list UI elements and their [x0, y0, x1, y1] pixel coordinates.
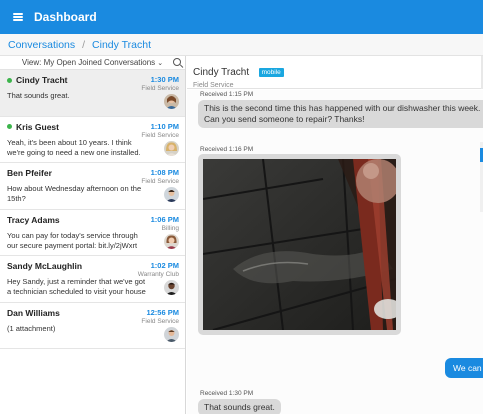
breadcrumb: Conversations / Cindy Tracht: [0, 34, 483, 56]
message-preview: That sounds great.: [7, 91, 70, 100]
conversation-item-tracy-adams[interactable]: Tracy Adams 1:06 PM Billing You can pay …: [0, 210, 185, 256]
conversation-item-kris-guest[interactable]: Kris Guest 1:10 PM Field Service Yeah, i…: [0, 117, 185, 163]
message-preview: (1 attachment): [7, 323, 56, 333]
conversation-list-panel: View: My Open Joined Conversations ⌄ Cin…: [0, 56, 186, 414]
conversation-team: Field Service: [141, 178, 179, 185]
outgoing-message-bubble: We can: [445, 358, 483, 378]
conversation-team: Field Service: [141, 131, 179, 139]
conversation-time: 1:06 PM: [150, 214, 179, 224]
contact-name: Kris Guest: [16, 121, 59, 132]
conversation-header: Cindy Tracht mobile Field Service: [187, 56, 483, 89]
conversation-time: 1:10 PM: [150, 121, 179, 131]
incoming-message-bubble: This is the second time this has happene…: [198, 100, 483, 128]
conversation-time: 1:08 PM: [150, 168, 179, 177]
avatar: [164, 233, 179, 249]
avatar: [164, 140, 179, 156]
app-title: Dashboard: [34, 10, 97, 24]
chevron-down-icon: ⌄: [157, 59, 164, 67]
avatar: [164, 94, 179, 109]
contact-name: Cindy Tracht: [16, 75, 68, 85]
breadcrumb-conversations-link[interactable]: Conversations: [8, 39, 75, 51]
breadcrumb-separator: /: [82, 38, 86, 51]
conversation-team: Field Service: [141, 317, 179, 325]
conversation-item-sandy-mclaughlin[interactable]: Sandy McLaughlin 1:02 PM Warranty Club H…: [0, 256, 185, 303]
contact-name: Dan Williams: [7, 307, 60, 318]
conversation-time: 1:02 PM: [150, 261, 179, 270]
online-status-dot: [7, 124, 12, 129]
conversation-item-dan-williams[interactable]: Dan Williams 12:56 PM Field Service (1 a…: [0, 303, 185, 349]
message-thread[interactable]: Received 1:15 PM This is the second time…: [187, 90, 483, 414]
conversation-team: Billing: [161, 224, 179, 232]
image-attachment[interactable]: [198, 154, 401, 335]
message-preview: Yeah, it's been about 10 years. I think …: [7, 137, 141, 157]
message-meta: Received 1:16 PM: [200, 146, 254, 153]
top-app-bar: Dashboard: [0, 0, 483, 34]
contact-name: Ben Pfeifer: [7, 168, 52, 178]
view-filter-dropdown[interactable]: View: My Open Joined Conversations ⌄: [0, 56, 185, 70]
avatar: [164, 326, 179, 342]
conversation-team: Field Service: [141, 85, 179, 92]
contact-name: Tracy Adams: [7, 214, 60, 225]
channel-badge: mobile: [258, 68, 284, 77]
conversation-detail-panel: Cindy Tracht mobile Field Service Receiv…: [187, 56, 483, 414]
hamburger-icon[interactable]: [13, 13, 23, 21]
breadcrumb-current-contact[interactable]: Cindy Tracht: [92, 39, 151, 51]
contact-team: Field Service: [193, 82, 234, 89]
conversation-time: 12:56 PM: [146, 307, 179, 317]
contact-title: Cindy Tracht: [193, 67, 250, 78]
conversation-item-ben-pfeifer[interactable]: Ben Pfeifer 1:08 PM Field Service How ab…: [0, 163, 185, 210]
attachment-photo: [203, 159, 396, 330]
incoming-message-bubble: That sounds great.: [198, 399, 281, 414]
message-meta: Received 1:15 PM: [200, 91, 254, 98]
message-meta: Received 1:30 PM: [200, 390, 254, 397]
conversation-time: 1:30 PM: [150, 75, 179, 84]
message-preview: How about Wednesday afternoon on the 15t…: [7, 184, 142, 203]
conversation-team: Warranty Club: [137, 271, 179, 278]
view-filter-label: View: My Open Joined Conversations: [21, 58, 156, 67]
avatar: [164, 280, 179, 295]
message-preview: You can pay for today's service through …: [7, 230, 138, 250]
message-preview: Hey Sandy, just a reminder that we've go…: [7, 277, 146, 296]
online-status-dot: [7, 77, 12, 83]
avatar: [164, 187, 179, 202]
contact-name: Sandy McLaughlin: [7, 261, 83, 271]
search-icon[interactable]: [173, 58, 181, 66]
conversation-item-cindy-tracht[interactable]: Cindy Tracht 1:30 PM Field Service That …: [0, 70, 185, 117]
